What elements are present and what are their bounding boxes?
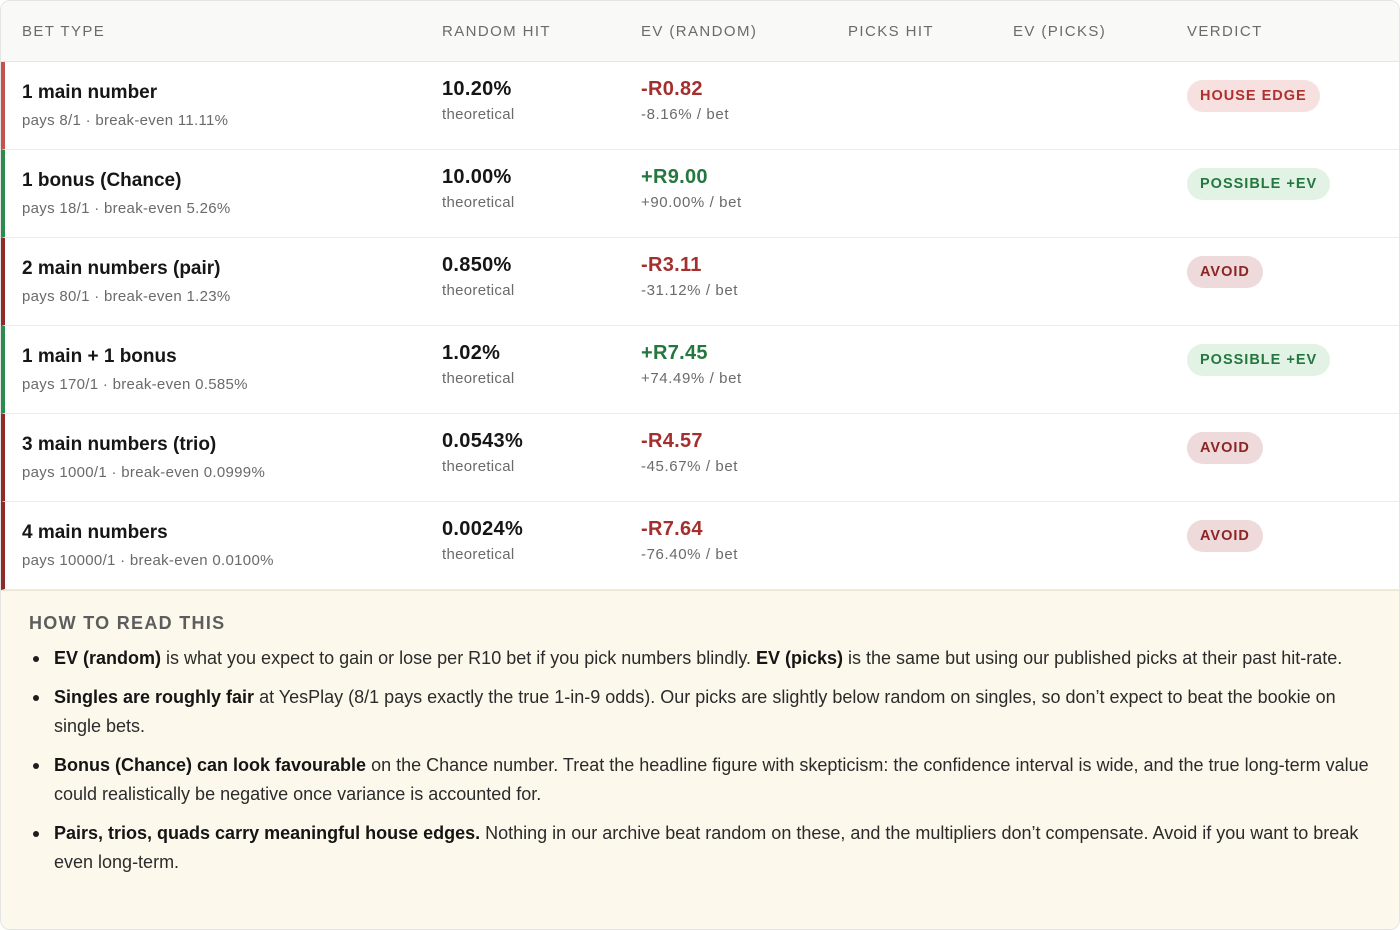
column-header-bet-type[interactable]: BET TYPE <box>22 23 105 40</box>
bullet-icon <box>33 763 39 769</box>
bet-type-details: pays 170/1 · break-even 0.585% <box>22 376 248 393</box>
random-hit-value: 1.02% <box>442 342 501 364</box>
ev-random-percent: -31.12% / bet <box>641 282 739 299</box>
verdict-badge: AVOID <box>1187 432 1263 464</box>
table-row: 1 main + 1 bonus pays 170/1 · break-even… <box>1 326 1399 414</box>
table-row: 1 main number pays 8/1 · break-even 11.1… <box>1 62 1399 150</box>
bullet-icon <box>33 695 39 701</box>
how-to-read-panel: HOW TO READ THIS EV (random) is what you… <box>1 590 1399 929</box>
bullet-icon <box>33 656 39 662</box>
verdict-badge: AVOID <box>1187 520 1263 552</box>
random-hit-note: theoretical <box>442 546 515 563</box>
list-item: Pairs, trios, quads carry meaningful hou… <box>29 819 1374 877</box>
random-hit-note: theoretical <box>442 194 515 211</box>
random-hit-note: theoretical <box>442 370 515 387</box>
verdict-badge: AVOID <box>1187 256 1263 288</box>
ev-random-value: -R7.64 <box>641 518 703 540</box>
note-lead: Bonus (Chance) can look favourable <box>54 755 367 775</box>
column-header-picks-hit[interactable]: PICKS HIT <box>848 23 934 40</box>
note-lead: EV (random) <box>54 648 162 668</box>
table-row: 2 main numbers (pair) pays 80/1 · break-… <box>1 238 1399 326</box>
random-hit-value: 10.20% <box>442 78 512 100</box>
notes-list: EV (random) is what you expect to gain o… <box>29 644 1374 887</box>
ev-random-percent: -8.16% / bet <box>641 106 730 123</box>
bet-type-name: 4 main numbers <box>22 522 168 543</box>
column-header-verdict[interactable]: VERDICT <box>1187 23 1263 40</box>
table-header: BET TYPE RANDOM HIT EV (RANDOM) PICKS HI… <box>1 1 1399 62</box>
random-hit-value: 0.0024% <box>442 518 524 540</box>
bet-analysis-card: BET TYPE RANDOM HIT EV (RANDOM) PICKS HI… <box>0 0 1400 930</box>
ev-random-percent: -76.40% / bet <box>641 546 739 563</box>
verdict-badge: POSSIBLE +EV <box>1187 344 1331 376</box>
list-item: Singles are roughly fair at YesPlay (8/1… <box>29 683 1374 741</box>
list-item: EV (random) is what you expect to gain o… <box>29 644 1374 673</box>
column-header-ev-random[interactable]: EV (RANDOM) <box>641 23 757 40</box>
ev-random-value: -R3.11 <box>641 254 702 276</box>
note-lead-secondary: EV (picks) <box>756 648 844 668</box>
bet-type-name: 1 main number <box>22 82 158 103</box>
random-hit-value: 10.00% <box>442 166 512 188</box>
column-header-random-hit[interactable]: RANDOM HIT <box>442 23 551 40</box>
note-lead: Pairs, trios, quads carry meaningful hou… <box>54 823 481 843</box>
ev-random-value: -R0.82 <box>641 78 703 100</box>
ev-random-percent: +90.00% / bet <box>641 194 742 211</box>
notes-title: HOW TO READ THIS <box>29 613 226 633</box>
ev-random-percent: -45.67% / bet <box>641 458 739 475</box>
table-row: 1 bonus (Chance) pays 18/1 · break-even … <box>1 150 1399 238</box>
random-hit-note: theoretical <box>442 106 515 123</box>
random-hit-value: 0.0543% <box>442 430 524 452</box>
bet-type-details: pays 18/1 · break-even 5.26% <box>22 200 231 217</box>
bet-type-details: pays 8/1 · break-even 11.11% <box>22 112 229 129</box>
bet-type-name: 1 bonus (Chance) <box>22 170 182 191</box>
random-hit-note: theoretical <box>442 458 515 475</box>
bet-type-details: pays 80/1 · break-even 1.23% <box>22 288 231 305</box>
note-text-secondary: is the same but using our published pick… <box>843 648 1343 668</box>
bet-type-name: 3 main numbers (trio) <box>22 434 217 455</box>
note-text: is what you expect to gain or lose per R… <box>161 648 756 668</box>
random-hit-value: 0.850% <box>442 254 512 276</box>
random-hit-note: theoretical <box>442 282 515 299</box>
note-lead: Singles are roughly fair <box>54 687 255 707</box>
bet-type-details: pays 1000/1 · break-even 0.0999% <box>22 464 266 481</box>
verdict-badge: HOUSE EDGE <box>1187 80 1320 112</box>
bet-type-details: pays 10000/1 · break-even 0.0100% <box>22 552 274 569</box>
bet-type-name: 2 main numbers (pair) <box>22 258 221 279</box>
ev-random-percent: +74.49% / bet <box>641 370 742 387</box>
bet-type-name: 1 main + 1 bonus <box>22 346 177 367</box>
verdict-badge: POSSIBLE +EV <box>1187 168 1331 200</box>
table-row: 4 main numbers pays 10000/1 · break-even… <box>1 502 1399 590</box>
ev-random-value: -R4.57 <box>641 430 703 452</box>
column-header-ev-picks[interactable]: EV (PICKS) <box>1013 23 1106 40</box>
ev-random-value: +R7.45 <box>641 342 708 364</box>
bullet-icon <box>33 831 39 837</box>
table-row: 3 main numbers (trio) pays 1000/1 · brea… <box>1 414 1399 502</box>
list-item: Bonus (Chance) can look favourable on th… <box>29 751 1374 809</box>
ev-random-value: +R9.00 <box>641 166 708 188</box>
